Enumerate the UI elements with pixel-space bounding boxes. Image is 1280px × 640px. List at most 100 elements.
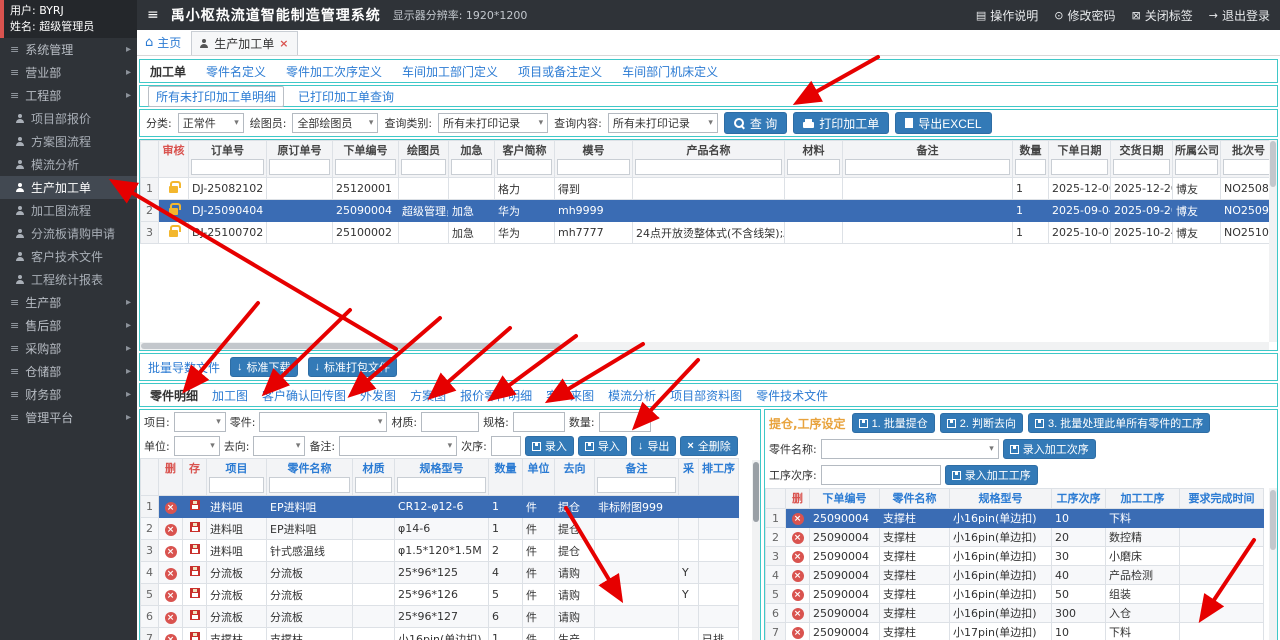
- save-icon[interactable]: [190, 544, 200, 554]
- delete-cell[interactable]: ×: [159, 628, 183, 640]
- delete-cell[interactable]: ×: [159, 606, 183, 628]
- sidebar-item-9[interactable]: 客户技术文件: [0, 245, 137, 268]
- parts-filter-input[interactable]: [269, 477, 350, 493]
- sidebar-item-12[interactable]: ≡售后部▸: [0, 314, 137, 337]
- delete-cell[interactable]: ×: [786, 623, 810, 640]
- part-field-input[interactable]: [599, 412, 651, 432]
- process-batch-button-0[interactable]: 1. 批量提仓: [852, 413, 935, 433]
- part-field-select[interactable]: ▾: [339, 436, 457, 456]
- process-row[interactable]: 1×25090004支撑柱小16pin(单边扣)10下料: [766, 509, 1264, 528]
- process-batch-button-1[interactable]: 2. 判断去向: [940, 413, 1023, 433]
- orders-filter-input[interactable]: [497, 159, 552, 175]
- bottab-7[interactable]: 模流分析: [608, 387, 656, 404]
- bottab-0[interactable]: 零件明细: [150, 387, 198, 404]
- standard-download-button[interactable]: ↓ 标准下载: [230, 357, 298, 377]
- part-field-select[interactable]: ▾: [174, 436, 220, 456]
- sidebar-item-0[interactable]: ≡系统管理▸: [0, 38, 137, 61]
- orders-filter-input[interactable]: [191, 159, 264, 175]
- bottab-2[interactable]: 客户确认回传图: [262, 387, 346, 404]
- save-cell[interactable]: [183, 584, 207, 606]
- bottab-3[interactable]: 外发图: [360, 387, 396, 404]
- scroll-thumb[interactable]: [141, 343, 561, 349]
- orders-row[interactable]: 2DJ-2509040425090004超级管理员加急华为mh999912025…: [141, 200, 1277, 222]
- export-excel-button[interactable]: 导出EXCEL: [895, 112, 991, 134]
- orders-filter-input[interactable]: [1051, 159, 1108, 175]
- tab-production-order[interactable]: 生产加工单 ×: [191, 31, 297, 55]
- sidebar-toggle-icon[interactable]: ≡: [147, 7, 159, 23]
- sidebar-item-6[interactable]: 生产加工单: [0, 176, 137, 199]
- sidebar-item-2[interactable]: ≡工程部▸: [0, 84, 137, 107]
- parts-filter-input[interactable]: [355, 477, 392, 493]
- save-cell[interactable]: [183, 496, 207, 518]
- save-cell[interactable]: [183, 540, 207, 562]
- save-icon[interactable]: [190, 632, 200, 640]
- delete-cell[interactable]: ×: [159, 584, 183, 606]
- topbar-action-2[interactable]: ⊠关闭标签: [1132, 7, 1193, 24]
- process-row[interactable]: 2×25090004支撑柱小16pin(单边扣)20数控精: [766, 528, 1264, 547]
- delete-icon[interactable]: ×: [165, 502, 177, 514]
- delete-icon[interactable]: ×: [792, 513, 804, 525]
- subtab-1[interactable]: 零件名定义: [206, 63, 266, 80]
- topbar-action-1[interactable]: ⊙修改密码: [1054, 7, 1115, 24]
- enter-process-button[interactable]: 录入加工工序: [945, 465, 1038, 485]
- subtab-0[interactable]: 加工单: [150, 63, 186, 80]
- save-cell[interactable]: [183, 628, 207, 640]
- delete-icon[interactable]: ×: [165, 634, 177, 640]
- topbar-action-0[interactable]: ▤操作说明: [976, 7, 1038, 24]
- delete-cell[interactable]: ×: [159, 540, 183, 562]
- delete-icon[interactable]: ×: [165, 612, 177, 624]
- part-field-input[interactable]: [513, 412, 565, 432]
- parts-row[interactable]: 4×分流板分流板25*96*1254件请购Y: [141, 562, 739, 584]
- scroll-thumb[interactable]: [1270, 490, 1276, 550]
- orders-row[interactable]: 1DJ-2508210225120001格力得到12025-12-062025-…: [141, 178, 1277, 200]
- part-field-input[interactable]: [491, 436, 521, 456]
- bottab-6[interactable]: 客户来图: [546, 387, 594, 404]
- enter-button[interactable]: 录入: [525, 436, 574, 456]
- delete-icon[interactable]: ×: [792, 570, 804, 582]
- sidebar-item-5[interactable]: 模流分析: [0, 153, 137, 176]
- delete-icon[interactable]: ×: [165, 524, 177, 536]
- filter-select[interactable]: 正常件▾: [178, 113, 244, 133]
- batch-files-link[interactable]: 批量导数文件: [148, 359, 220, 376]
- delete-icon[interactable]: ×: [792, 532, 804, 544]
- save-icon[interactable]: [190, 500, 200, 510]
- delete-cell[interactable]: ×: [786, 528, 810, 547]
- delete-cell[interactable]: ×: [786, 566, 810, 585]
- process-row[interactable]: 5×25090004支撑柱小16pin(单边扣)50组装: [766, 585, 1264, 604]
- delete-cell[interactable]: ×: [786, 604, 810, 623]
- bottab-4[interactable]: 方案图: [410, 387, 446, 404]
- process-batch-button-2[interactable]: 3. 批量处理此单所有零件的工序: [1028, 413, 1210, 433]
- delete-icon[interactable]: ×: [792, 589, 804, 601]
- orders-horizontal-scrollbar[interactable]: [140, 342, 1269, 350]
- bottab-1[interactable]: 加工图: [212, 387, 248, 404]
- parts-filter-input[interactable]: [209, 477, 264, 493]
- delete-cell[interactable]: ×: [159, 562, 183, 584]
- save-icon[interactable]: [190, 588, 200, 598]
- filter-select[interactable]: 所有未打印记录▾: [608, 113, 718, 133]
- save-cell[interactable]: [183, 518, 207, 540]
- parts-vertical-scrollbar[interactable]: [752, 460, 760, 640]
- export-button[interactable]: ↓导出: [631, 436, 677, 456]
- save-cell[interactable]: [183, 606, 207, 628]
- close-tab-icon[interactable]: ×: [279, 37, 288, 50]
- sequence-input[interactable]: [821, 465, 941, 485]
- parts-filter-input[interactable]: [597, 477, 676, 493]
- delete-icon[interactable]: ×: [165, 568, 177, 580]
- delete-icon[interactable]: ×: [792, 608, 804, 620]
- orders-filter-input[interactable]: [845, 159, 1010, 175]
- save-icon[interactable]: [190, 610, 200, 620]
- process-row[interactable]: 3×25090004支撑柱小16pin(单边扣)30小磨床: [766, 547, 1264, 566]
- process-row[interactable]: 4×25090004支撑柱小16pin(单边扣)40产品检测: [766, 566, 1264, 585]
- save-icon[interactable]: [190, 522, 200, 532]
- orders-filter-input[interactable]: [557, 159, 630, 175]
- part-field-select[interactable]: ▾: [253, 436, 305, 456]
- subtab-5[interactable]: 车间部门机床定义: [622, 63, 718, 80]
- part-field-select[interactable]: ▾: [174, 412, 226, 432]
- parts-row[interactable]: 3×进料咀针式感温线φ1.5*120*1.5M2件提仓: [141, 540, 739, 562]
- delete-cell[interactable]: ×: [786, 509, 810, 528]
- delete-cell[interactable]: ×: [159, 496, 183, 518]
- orders-filter-input[interactable]: [335, 159, 396, 175]
- orders-row[interactable]: 3DJ-2510070225100002加急华为mh777724点开放烫整体式(…: [141, 222, 1277, 244]
- querytab-0[interactable]: 所有未打印加工单明细: [148, 86, 284, 107]
- tab-home[interactable]: ⌂ 主页: [145, 34, 181, 55]
